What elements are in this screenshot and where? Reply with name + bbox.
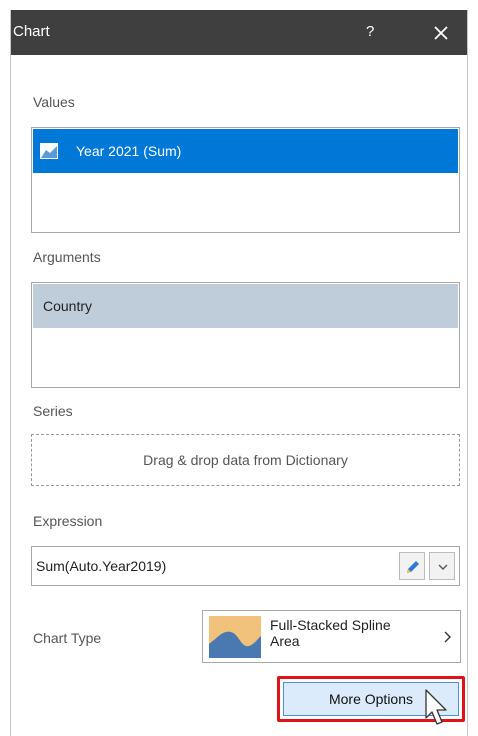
expression-field[interactable]: Sum(Auto.Year2019): [31, 546, 460, 586]
arguments-list[interactable]: Country: [31, 282, 460, 388]
arguments-item[interactable]: Country: [33, 284, 458, 328]
chevron-right-icon: [444, 631, 451, 643]
full-stacked-spline-area-icon: [209, 616, 261, 658]
series-label: Series: [33, 403, 73, 419]
title-bar: Chart ?: [11, 10, 467, 55]
more-options-label: More Options: [328, 691, 414, 707]
chart-panel: Chart ? Values Year 2021 (Sum) Arguments…: [10, 10, 468, 736]
edit-expression-button[interactable]: [399, 552, 425, 580]
help-button[interactable]: ?: [366, 23, 374, 40]
values-item[interactable]: Year 2021 (Sum): [33, 129, 458, 173]
series-dropzone-text: Drag & drop data from Dictionary: [143, 452, 348, 468]
chart-type-label: Chart Type: [33, 630, 102, 646]
values-list[interactable]: Year 2021 (Sum): [31, 127, 460, 233]
expression-value: Sum(Auto.Year2019): [36, 558, 167, 574]
chevron-down-icon: [438, 564, 448, 570]
mouse-pointer-icon: [425, 689, 447, 725]
chart-type-selector[interactable]: Full-Stacked Spline Area: [202, 610, 461, 663]
series-dropzone[interactable]: Drag & drop data from Dictionary: [31, 434, 460, 486]
values-item-label: Year 2021 (Sum): [76, 143, 182, 159]
values-label: Values: [33, 94, 75, 110]
expression-dropdown-button[interactable]: [429, 552, 455, 580]
area-chart-icon: [40, 143, 58, 159]
arguments-item-label: Country: [43, 298, 93, 314]
expression-label: Expression: [33, 513, 103, 529]
arguments-label: Arguments: [33, 249, 101, 265]
chart-type-value: Full-Stacked Spline Area: [270, 617, 391, 649]
close-icon[interactable]: [430, 22, 452, 44]
panel-title: Chart: [13, 23, 50, 40]
pencil-icon: [407, 561, 419, 573]
